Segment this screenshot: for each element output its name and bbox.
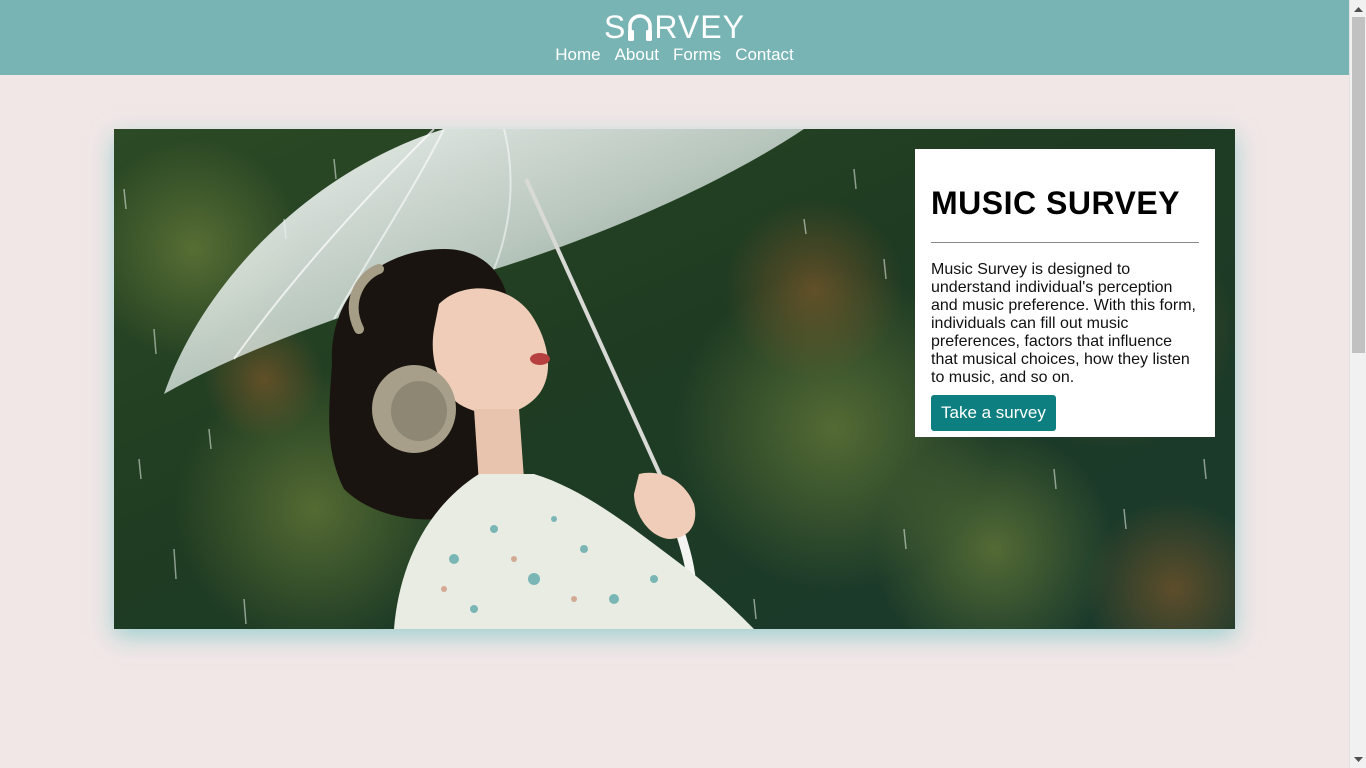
- card-description: Music Survey is designed to understand i…: [931, 261, 1196, 386]
- scroll-down-icon[interactable]: [1350, 751, 1366, 768]
- main-nav: Home About Forms Contact: [0, 45, 1349, 65]
- card-title: MUSIC SURVEY: [931, 185, 1181, 221]
- scrollbar-thumb[interactable]: [1352, 17, 1365, 353]
- nav-contact[interactable]: Contact: [735, 45, 794, 65]
- nav-home[interactable]: Home: [555, 45, 600, 65]
- vertical-scrollbar[interactable]: [1349, 0, 1366, 768]
- site-header: S RVEY Home About Forms Contact: [0, 0, 1349, 75]
- headphones-icon: [628, 14, 653, 41]
- logo-text-right: RVEY: [654, 9, 745, 45]
- survey-card: MUSIC SURVEY Music Survey is designed to…: [915, 149, 1215, 437]
- nav-about[interactable]: About: [615, 45, 659, 65]
- scroll-up-icon[interactable]: [1350, 0, 1366, 17]
- take-survey-button[interactable]: Take a survey: [931, 395, 1056, 431]
- logo-text-left: S: [604, 9, 627, 45]
- nav-forms[interactable]: Forms: [673, 45, 721, 65]
- card-divider: [931, 242, 1199, 243]
- site-logo[interactable]: S RVEY: [0, 8, 1349, 46]
